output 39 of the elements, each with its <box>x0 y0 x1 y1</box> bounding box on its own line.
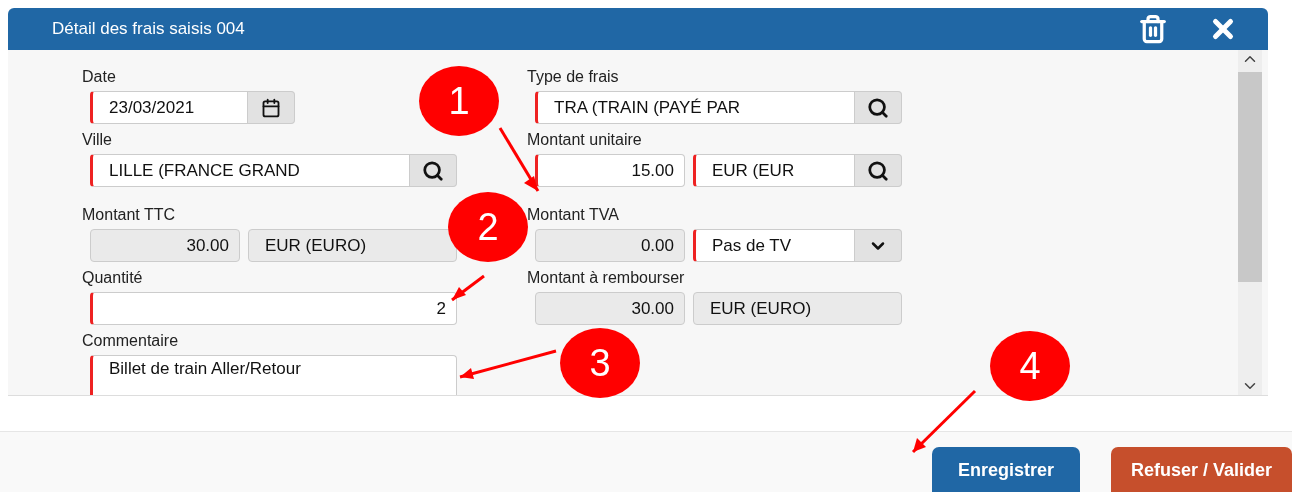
dropdown-button[interactable] <box>855 229 902 262</box>
search-icon <box>867 96 889 119</box>
search-button[interactable] <box>410 154 457 187</box>
trash-icon[interactable] <box>1138 14 1168 44</box>
input-field[interactable]: 30.00 <box>90 229 240 262</box>
annotation-arrow <box>451 274 485 302</box>
field-label: Ville <box>82 130 113 150</box>
scrollbar[interactable] <box>1238 50 1262 395</box>
input-field[interactable]: EUR (EUR <box>693 154 855 187</box>
input-field[interactable]: Pas de TV <box>693 229 855 262</box>
input-field[interactable]: 2 <box>90 292 457 325</box>
search-icon <box>867 159 889 182</box>
input-field[interactable]: 23/03/2021 <box>90 91 248 124</box>
input-field[interactable]: EUR (EURO) <box>693 292 902 325</box>
input-field[interactable]: EUR (EURO) <box>248 229 457 262</box>
save-button[interactable]: Enregistrer <box>931 447 1080 492</box>
input-field[interactable]: TRA (TRAIN (PAYÉ PAR <box>535 91 855 124</box>
dialog-title: Détail des frais saisis 004 <box>52 19 246 39</box>
field-label: Montant unitaire <box>527 130 643 150</box>
field-label: Montant TTC <box>82 205 177 225</box>
field-label: Montant TVA <box>527 205 620 225</box>
validate-button[interactable]: Refuser / Valider <box>1110 447 1292 492</box>
field-label: Commentaire <box>82 331 180 351</box>
search-button[interactable] <box>855 154 902 187</box>
field-label: Date <box>82 67 117 87</box>
input-field[interactable]: LILLE (FRANCE GRAND <box>90 154 410 187</box>
field-label: Quantité <box>82 268 144 288</box>
input-field[interactable]: 30.00 <box>535 292 685 325</box>
input-field[interactable]: 0.00 <box>535 229 685 262</box>
scrollbar-thumb[interactable] <box>1238 72 1262 282</box>
field-label: Montant à rembourser <box>527 268 686 288</box>
comment-field[interactable]: Billet de train Aller/Retour <box>90 355 457 395</box>
annotation-arrow <box>911 389 977 454</box>
calendar-icon <box>261 97 281 118</box>
calendar-button[interactable] <box>248 91 295 124</box>
field-label: Type de frais <box>527 67 620 87</box>
input-field[interactable]: 15.00 <box>535 154 685 187</box>
search-icon <box>422 159 444 182</box>
search-button[interactable] <box>855 91 902 124</box>
